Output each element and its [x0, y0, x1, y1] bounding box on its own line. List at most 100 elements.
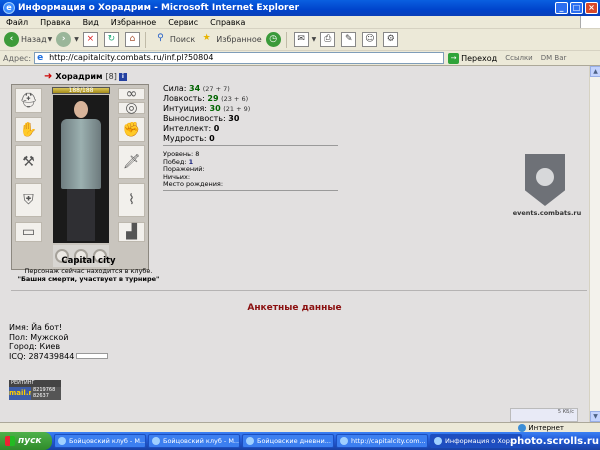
address-label: Адрес:: [3, 53, 32, 63]
start-button[interactable]: пуск: [0, 432, 52, 450]
refresh-icon: ↻: [103, 32, 119, 47]
menu-favorites[interactable]: Избранное: [105, 18, 162, 27]
menu-tools[interactable]: Сервис: [162, 18, 204, 27]
refresh-button[interactable]: ↻: [103, 32, 121, 47]
stat-label: Мудрость:: [163, 134, 207, 143]
stat-value: 0: [213, 124, 220, 133]
character-name: Хорадрим: [55, 72, 103, 81]
mail-icon: ✉: [293, 32, 309, 47]
mail-button[interactable]: ✉ ▼: [293, 32, 317, 47]
speed-tray: 5 КБ/с: [510, 408, 578, 422]
go-label: Переход: [461, 53, 498, 63]
stat-value: 29: [207, 94, 219, 103]
go-button[interactable]: → Переход: [448, 52, 498, 64]
clan-emblem-icon[interactable]: [525, 154, 565, 206]
back-button[interactable]: ‹ Назад ▼: [4, 32, 52, 47]
tools-button[interactable]: ⚙: [383, 32, 400, 47]
weapon-slot[interactable]: ⚒: [15, 145, 42, 179]
address-input[interactable]: http://capitalcity.combats.ru/inf.pl?508…: [34, 52, 445, 64]
divider: [163, 190, 338, 191]
armor-slot[interactable]: ⛨: [15, 183, 42, 217]
links-button[interactable]: Ссылки: [505, 54, 533, 62]
stat-label: Ловкость:: [163, 94, 205, 103]
messenger-button[interactable]: ☺: [362, 32, 379, 47]
home-button[interactable]: ⌂: [124, 32, 142, 47]
scroll-down-icon[interactable]: ▼: [590, 411, 600, 422]
chevron-down-icon: ▼: [74, 36, 79, 43]
profile-heading: Анкетные данные: [247, 303, 342, 313]
skull-icon: [536, 168, 554, 186]
emblem-caption[interactable]: events.combats.ru: [512, 209, 582, 217]
boots-slot[interactable]: ▟: [118, 222, 145, 242]
taskbar-item[interactable]: Бойцовский клуб - M...: [148, 434, 240, 448]
taskbar-item[interactable]: Бойцовский клуб - M...: [54, 434, 146, 448]
menu-help[interactable]: Справка: [204, 18, 251, 27]
menu-view[interactable]: Вид: [77, 18, 105, 27]
zone-label: Интернет: [528, 423, 564, 432]
history-button[interactable]: ◷: [265, 32, 283, 47]
menu-edit[interactable]: Правка: [34, 18, 76, 27]
security-zone: Интернет: [518, 423, 564, 432]
stat-label: Сила:: [163, 84, 187, 93]
hp-text: 188/188: [68, 87, 94, 94]
star-icon: ★: [202, 33, 211, 43]
menu-bar: Файл Правка Вид Избранное Сервис Справка: [0, 16, 600, 29]
search-button[interactable]: ⚲ Поиск: [153, 32, 195, 47]
figure-head: [74, 101, 88, 118]
counter-top: РЕЙТИНГ 452353716: [9, 380, 61, 393]
stat-value: 0: [209, 134, 215, 143]
counter-num2: 82637: [33, 393, 49, 399]
start-label: пуск: [18, 436, 42, 446]
globe-icon: [518, 423, 527, 432]
gloves-slot[interactable]: ✋: [15, 117, 42, 142]
back-arrow-icon: ‹: [4, 32, 19, 47]
forward-button[interactable]: › ▼: [56, 32, 79, 47]
rating-counter[interactable]: РЕЙТИНГ 452353716 mail.ru 821976882637: [9, 380, 61, 400]
bracers-slot[interactable]: ✊: [118, 117, 145, 142]
print-button[interactable]: ⎙: [320, 32, 337, 47]
scroll-up-icon[interactable]: ▲: [590, 66, 600, 77]
favorites-button[interactable]: ★ Избранное: [199, 32, 262, 47]
menu-file[interactable]: Файл: [0, 18, 34, 27]
tools-icon: ⚙: [383, 32, 399, 47]
stat-value: 34: [189, 84, 201, 93]
taskbar-item[interactable]: Бойцовские дневни...: [242, 434, 334, 448]
maximize-button[interactable]: □: [570, 2, 583, 14]
taskbar-item-active[interactable]: Информация о Хор...: [430, 434, 522, 448]
stat-label: Интуиция:: [163, 104, 207, 113]
dmbar-button[interactable]: DM Bar: [541, 54, 567, 62]
earring-slot[interactable]: ∞: [118, 86, 145, 102]
counter-numbers: 8219768 82637: [31, 387, 61, 400]
vertical-scrollbar[interactable]: ▲ ▼: [589, 66, 600, 422]
character-level: [8]: [105, 72, 117, 81]
secondary-weapon-slot[interactable]: 🗡: [118, 145, 145, 179]
helmet-slot[interactable]: ⛑: [15, 88, 42, 113]
pants-slot[interactable]: ⌇: [118, 183, 145, 217]
stats-block: Сила: 34 (27 + 7) Ловкость: 29 (23 + 6) …: [163, 84, 250, 144]
minimize-button[interactable]: _: [555, 2, 568, 14]
stat-row: Ловкость: 29 (23 + 6): [163, 94, 250, 104]
stat-bonus: (21 + 9): [223, 105, 251, 113]
info-icon[interactable]: i: [118, 72, 127, 81]
close-button[interactable]: ×: [585, 2, 598, 14]
amulet-slot[interactable]: ◎: [118, 100, 145, 116]
record-birthplace: Место рождения:: [163, 180, 224, 188]
back-label: Назад: [21, 35, 47, 44]
record-value: 8: [195, 150, 200, 158]
history-icon: ◷: [265, 32, 281, 47]
belt-slot[interactable]: ▭: [15, 222, 42, 242]
favorites-label: Избранное: [216, 35, 262, 44]
figure-coat: [61, 119, 101, 189]
chevron-down-icon: ▼: [311, 36, 317, 43]
city-name: Capital city: [61, 256, 116, 266]
stat-value: 30: [228, 114, 240, 123]
edit-button[interactable]: ✎: [341, 32, 358, 47]
stat-label: Интеллект:: [163, 124, 212, 133]
window-title: Информация о Хорадрим - Microsoft Intern…: [18, 3, 300, 13]
browser-window: e Информация о Хорадрим - Microsoft Inte…: [0, 0, 600, 450]
profile-city: Город: Киев: [9, 342, 61, 351]
messenger-icon: ☺: [362, 32, 378, 47]
edit-icon: ✎: [341, 32, 357, 47]
taskbar-item[interactable]: http://capitalcity.com...: [336, 434, 428, 448]
stop-button[interactable]: ×: [82, 32, 100, 47]
